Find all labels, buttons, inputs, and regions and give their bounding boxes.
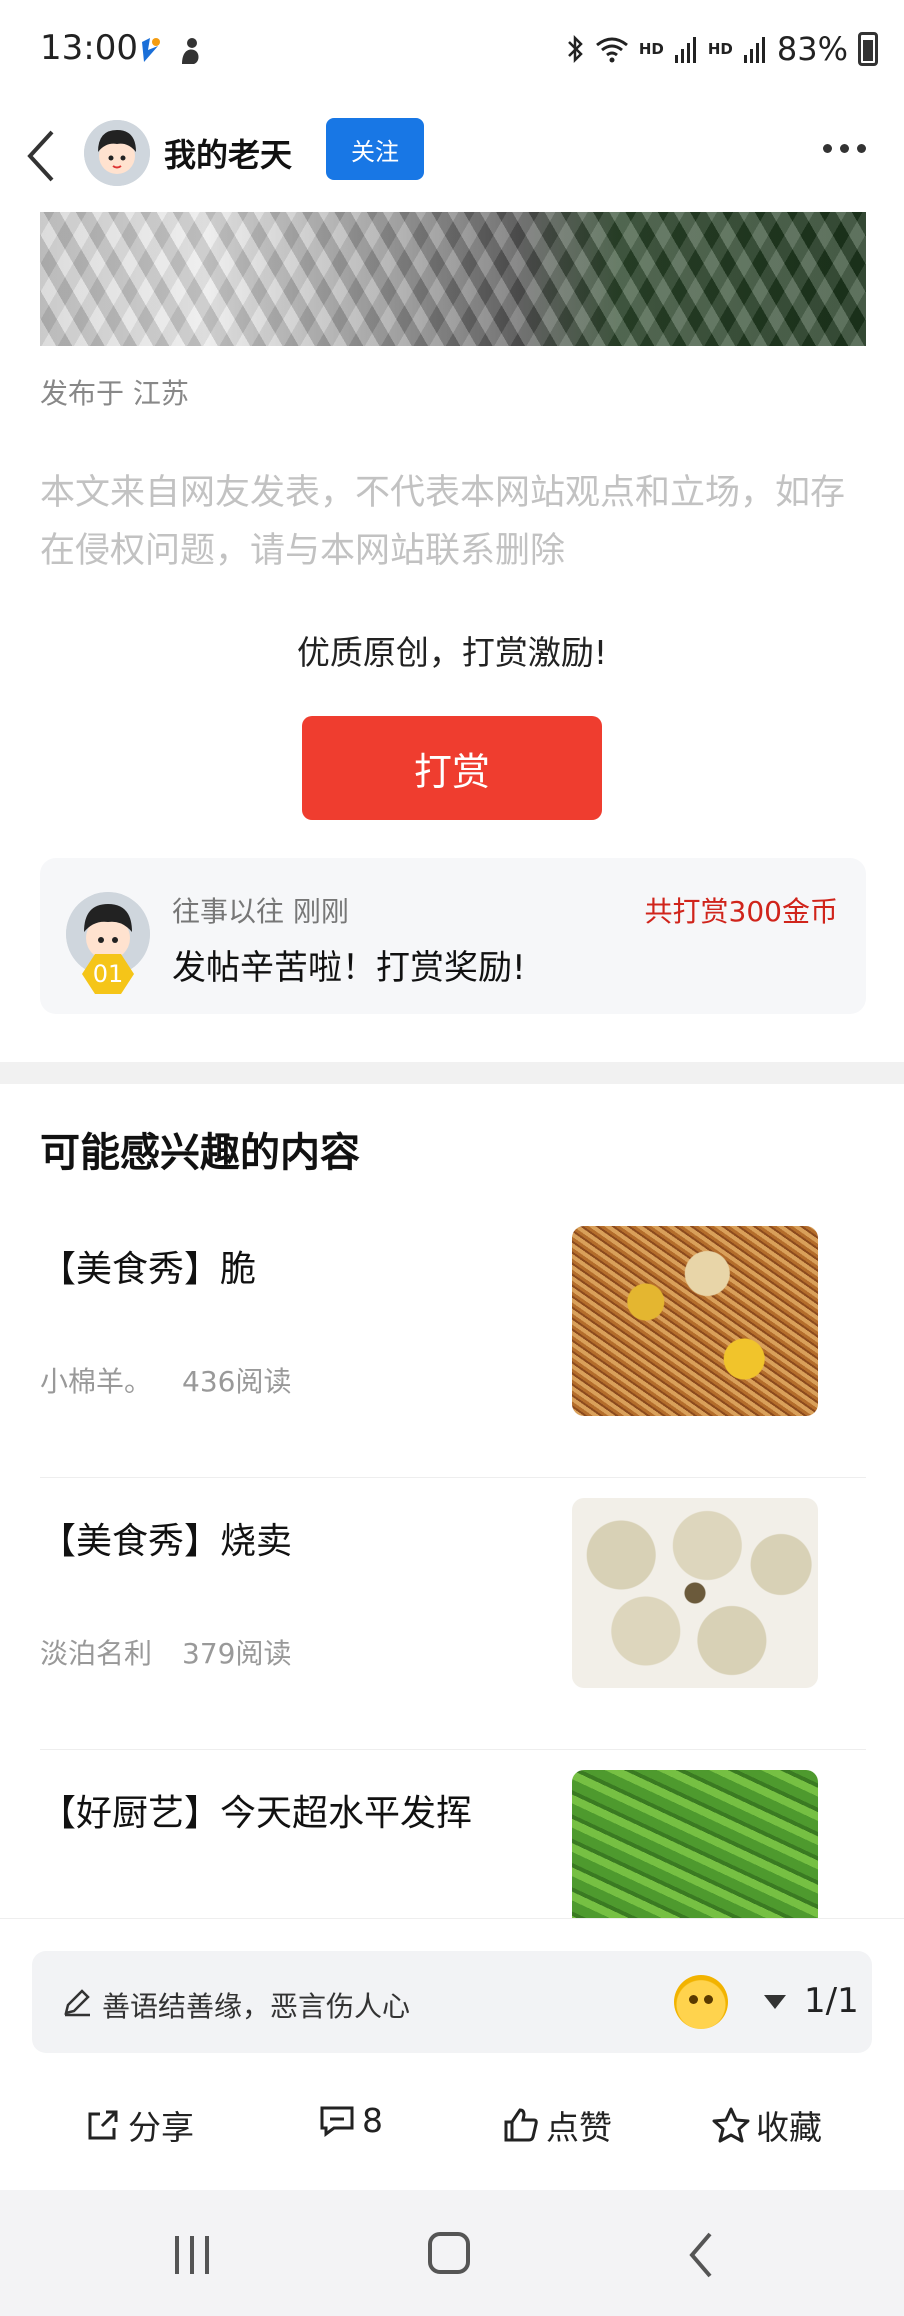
thumbs-up-icon bbox=[504, 2108, 538, 2142]
signal-icon-2 bbox=[743, 37, 765, 63]
like-button[interactable]: 点赞 bbox=[502, 2101, 612, 2149]
article-image[interactable] bbox=[40, 212, 866, 346]
recommendation-reads: 436阅读 bbox=[182, 1365, 292, 1398]
recommendation-title: 【美食秀】烧卖 bbox=[40, 1521, 293, 1562]
list-item[interactable]: 【美食秀】脆 小棉羊。 436阅读 bbox=[40, 1206, 866, 1478]
action-row: 分享 8 点赞 收藏 bbox=[0, 2079, 904, 2169]
disclaimer-text: 本文来自网友发表，不代表本网站观点和立场，如存在侵权问题，请与本网站联系删除 bbox=[40, 473, 846, 571]
reward-total: 共打赏300金币 bbox=[644, 895, 838, 928]
signal-icon-1 bbox=[674, 37, 696, 63]
system-nav-bar bbox=[0, 2190, 904, 2316]
caret-down-icon[interactable] bbox=[764, 1995, 786, 2009]
recommendation-thumbnail bbox=[572, 1770, 818, 1918]
back-arrow-icon[interactable] bbox=[20, 124, 64, 188]
reward-message: 发帖辛苦啦！打赏奖励! bbox=[172, 948, 526, 988]
section-divider bbox=[0, 1062, 904, 1084]
rewarder-name-time: 往事以往 刚刚 bbox=[172, 895, 349, 928]
recommendation-meta: 小棉羊。 436阅读 bbox=[40, 1360, 291, 1400]
comments-button[interactable]: 8 bbox=[318, 2101, 383, 2140]
recents-icon[interactable] bbox=[175, 2236, 209, 2274]
status-indicators: HD HD 83% bbox=[565, 30, 878, 68]
follow-button[interactable]: 关注 bbox=[326, 118, 424, 180]
status-bar: 13:00 HD HD 83% bbox=[0, 0, 904, 104]
recommendation-author: 小棉羊。 bbox=[40, 1365, 153, 1398]
wifi-icon bbox=[595, 37, 628, 63]
article-header: 我的老天 关注 bbox=[0, 104, 904, 212]
favorite-button[interactable]: 收藏 bbox=[712, 2101, 822, 2149]
share-label: 分享 bbox=[128, 2108, 194, 2147]
star-icon bbox=[712, 2107, 750, 2143]
recommendation-meta: 淡泊名利 379阅读 bbox=[40, 1632, 291, 1672]
home-icon[interactable] bbox=[428, 2232, 470, 2274]
recommendation-thumbnail bbox=[572, 1226, 818, 1416]
recommendation-reads: 379阅读 bbox=[182, 1637, 292, 1670]
recommendation-thumbnail bbox=[572, 1498, 818, 1688]
emoji-icon[interactable] bbox=[674, 1975, 728, 2029]
recommendation-title: 【美食秀】脆 bbox=[40, 1249, 257, 1290]
recommendation-title: 【好厨艺】今天超水平发挥 bbox=[40, 1793, 473, 1834]
comment-placeholder: 善语结善缘，恶言伤人心 bbox=[102, 1990, 411, 2023]
app-notification-icon-2 bbox=[176, 36, 204, 66]
reward-card[interactable]: 01 往事以往 刚刚 共打赏300金币 发帖辛苦啦！打赏奖励! bbox=[40, 858, 866, 1014]
list-item[interactable]: 【美食秀】烧卖 淡泊名利 379阅读 bbox=[40, 1478, 866, 1750]
recommendation-author: 淡泊名利 bbox=[40, 1637, 153, 1670]
comment-input[interactable]: 善语结善缘，恶言伤人心 1/1 bbox=[32, 1951, 872, 2053]
hd-label-1: HD bbox=[638, 40, 664, 58]
app-notification-icon bbox=[136, 36, 164, 66]
status-time: 13:00 bbox=[40, 28, 138, 68]
battery-percent: 83% bbox=[776, 30, 848, 68]
share-button[interactable]: 分享 bbox=[84, 2101, 194, 2149]
reward-button[interactable]: 打赏 bbox=[302, 716, 602, 820]
recommendations-title: 可能感兴趣的内容 bbox=[40, 1130, 360, 1176]
bluetooth-icon bbox=[567, 34, 583, 64]
favorite-label: 收藏 bbox=[756, 2108, 822, 2147]
list-item[interactable]: 【好厨艺】今天超水平发挥 bbox=[40, 1750, 866, 1918]
page-indicator[interactable]: 1/1 bbox=[804, 1981, 859, 2021]
battery-icon bbox=[858, 32, 878, 66]
hd-label-2: HD bbox=[707, 40, 733, 58]
pencil-icon bbox=[64, 1989, 90, 2017]
status-app-icons bbox=[136, 36, 204, 66]
bottom-bar: 善语结善缘，恶言伤人心 1/1 分享 8 点赞 收藏 bbox=[0, 1918, 904, 2190]
reward-prompt: 优质原创，打赏激励! bbox=[296, 633, 608, 672]
publish-location: 发布于 江苏 bbox=[40, 377, 189, 410]
like-label: 点赞 bbox=[546, 2108, 612, 2147]
author-name[interactable]: 我的老天 bbox=[164, 130, 292, 176]
comment-count: 8 bbox=[362, 2101, 383, 2140]
author-avatar[interactable] bbox=[84, 120, 150, 186]
share-icon bbox=[88, 2110, 118, 2140]
more-options-icon[interactable] bbox=[823, 144, 866, 153]
nav-back-icon[interactable] bbox=[686, 2230, 716, 2280]
comment-icon bbox=[320, 2106, 354, 2137]
